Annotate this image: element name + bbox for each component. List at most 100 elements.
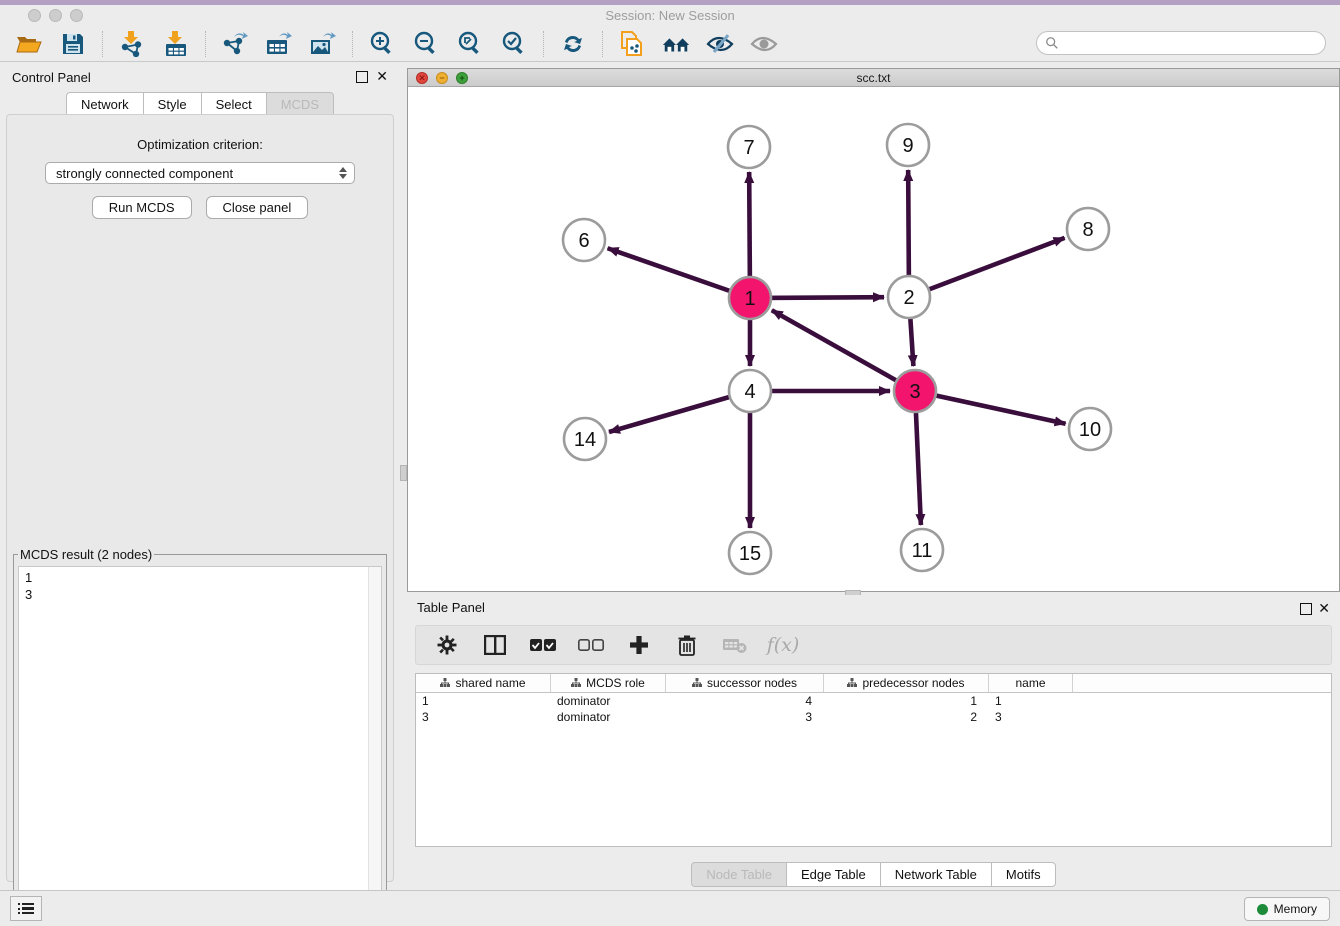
node-label-4: 4 [744, 381, 755, 403]
split-view-button[interactable] [482, 631, 508, 659]
column-header-successor-nodes[interactable]: successor nodes [666, 674, 824, 692]
copy-network-icon [619, 30, 645, 58]
open-session-button[interactable] [14, 30, 44, 58]
first-neighbors-button[interactable] [661, 30, 691, 58]
table-cell[interactable]: 1 [989, 693, 1073, 709]
window-title: Session: New Session [0, 8, 1340, 23]
close-panel-icon[interactable]: ✕ [376, 68, 388, 85]
eye-icon [750, 34, 778, 54]
zoom-in-button[interactable] [367, 30, 397, 58]
tab-edge-table[interactable]: Edge Table [786, 862, 880, 887]
column-label: predecessor nodes [862, 676, 964, 690]
table-body: 1dominator4113dominator323 [416, 693, 1331, 725]
zoom-fit-button[interactable] [455, 30, 485, 58]
edge-3-1[interactable] [772, 310, 915, 391]
deselect-all-button[interactable] [578, 631, 604, 659]
table-toolbar: f(x) [415, 625, 1332, 665]
houses-icon [661, 33, 691, 55]
criterion-select[interactable]: strongly connected component [45, 162, 355, 184]
table-cell[interactable]: dominator [551, 709, 666, 725]
fx-icon: f(x) [767, 634, 800, 656]
table-cell[interactable]: 1 [824, 693, 989, 709]
refresh-button[interactable] [558, 30, 588, 58]
result-scrollbar[interactable] [368, 567, 381, 923]
table-cell[interactable]: 4 [666, 693, 824, 709]
float-panel-button[interactable] [356, 71, 368, 83]
export-image-icon [310, 31, 336, 57]
column-label: successor nodes [707, 676, 797, 690]
search-input[interactable] [1036, 31, 1326, 55]
select-all-button[interactable] [530, 631, 556, 659]
node-label-6: 6 [578, 230, 589, 252]
save-floppy-icon [62, 33, 84, 55]
node-label-7: 7 [743, 137, 754, 159]
table-cell[interactable]: 2 [824, 709, 989, 725]
delete-column-button[interactable] [674, 631, 700, 659]
export-network-button[interactable] [220, 30, 250, 58]
show-all-button[interactable] [749, 30, 779, 58]
table-settings-button[interactable] [434, 631, 460, 659]
delete-table-button[interactable] [722, 631, 748, 659]
network-window-titlebar[interactable]: ✕ − + scc.txt [408, 69, 1339, 87]
close-panel-button[interactable]: Close panel [206, 196, 309, 219]
import-network-icon [120, 31, 144, 57]
table-header-row: shared name MCDS role successor nodes prede… [416, 674, 1331, 693]
network-graph-canvas[interactable]: 7968124314101511 [408, 87, 1339, 591]
unchecked-boxes-icon [578, 638, 604, 652]
table-cell[interactable]: dominator [551, 693, 666, 709]
table-row[interactable]: 1dominator411 [416, 693, 1331, 709]
clone-network-button[interactable] [617, 30, 647, 58]
mcds-panel: Optimization criterion: strongly connect… [6, 114, 394, 882]
save-session-button[interactable] [58, 30, 88, 58]
memory-button[interactable]: Memory [1244, 897, 1330, 921]
edge-1-6[interactable] [608, 248, 750, 298]
node-label-10: 10 [1079, 419, 1101, 441]
function-builder-button[interactable]: f(x) [770, 631, 796, 659]
column-label: name [1015, 676, 1045, 690]
node-label-3: 3 [909, 381, 920, 403]
float-table-panel-button[interactable] [1300, 603, 1312, 615]
import-network-button[interactable] [117, 30, 147, 58]
memory-status-icon [1257, 904, 1268, 915]
column-header-shared-name[interactable]: shared name [416, 674, 551, 692]
edge-3-10[interactable] [915, 391, 1066, 424]
column-label: shared name [455, 676, 525, 690]
main-toolbar [0, 27, 1340, 62]
vertical-splitter[interactable] [400, 62, 407, 890]
zoom-in-icon [369, 31, 395, 57]
refresh-icon [561, 32, 585, 56]
hide-selected-button[interactable] [705, 30, 735, 58]
zoom-selected-button[interactable] [499, 30, 529, 58]
table-cell[interactable]: 3 [416, 709, 551, 725]
run-mcds-button[interactable]: Run MCDS [92, 196, 192, 219]
titlebar[interactable]: Session: New Session [0, 5, 1340, 27]
export-image-button[interactable] [308, 30, 338, 58]
delete-table-icon [723, 636, 747, 654]
tab-network-table[interactable]: Network Table [880, 862, 991, 887]
export-table-button[interactable] [264, 30, 294, 58]
tab-node-table[interactable]: Node Table [691, 862, 786, 887]
zoom-out-button[interactable] [411, 30, 441, 58]
column-header-name[interactable]: name [989, 674, 1073, 692]
node-label-2: 2 [903, 287, 914, 309]
table-row[interactable]: 3dominator323 [416, 709, 1331, 725]
zoom-out-icon [413, 31, 439, 57]
tab-motifs[interactable]: Motifs [991, 862, 1056, 887]
edge-2-8[interactable] [909, 238, 1065, 297]
column-header-MCDS-role[interactable]: MCDS role [551, 674, 666, 692]
add-column-button[interactable] [626, 631, 652, 659]
network-view-title: scc.txt [408, 71, 1339, 85]
table-cell[interactable]: 1 [416, 693, 551, 709]
splitter-grip[interactable] [400, 465, 407, 481]
table-cell[interactable]: 3 [666, 709, 824, 725]
close-table-panel-icon[interactable]: ✕ [1318, 600, 1330, 617]
column-header-predecessor-nodes[interactable]: predecessor nodes [824, 674, 989, 692]
table-tabs: Node Table Edge Table Network Table Moti… [407, 862, 1340, 887]
task-history-button[interactable] [10, 896, 42, 921]
mcds-result-text[interactable]: 1 3 [18, 566, 382, 924]
table-cell[interactable]: 3 [989, 709, 1073, 725]
zoom-selected-icon [501, 31, 527, 57]
import-table-button[interactable] [161, 30, 191, 58]
node-label-15: 15 [739, 543, 761, 565]
node-table[interactable]: shared name MCDS role successor nodes prede… [415, 673, 1332, 847]
